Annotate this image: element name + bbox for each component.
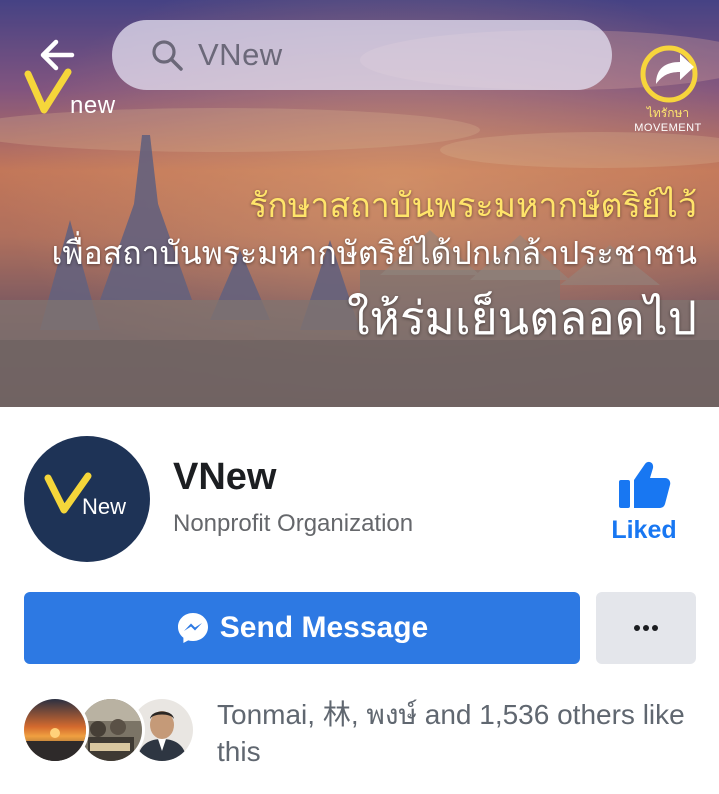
liked-button[interactable]: Liked xyxy=(598,460,690,556)
send-message-button[interactable]: Send Message xyxy=(24,592,580,664)
ellipsis-icon xyxy=(634,625,658,631)
movement-logo: ไทรักษา MOVEMENT xyxy=(612,106,719,136)
group-photo xyxy=(80,699,142,761)
search-query[interactable]: VNew xyxy=(198,37,283,73)
cover-logo-text: new xyxy=(70,92,116,119)
page-avatar[interactable]: New xyxy=(24,436,150,562)
back-button[interactable] xyxy=(38,38,76,72)
cover-logo: new xyxy=(22,68,142,120)
movement-thai: ไทรักษา xyxy=(646,106,690,120)
search-icon xyxy=(152,40,183,71)
page-category: Nonprofit Organization xyxy=(173,510,414,537)
search-bar[interactable]: VNew xyxy=(112,20,612,90)
avatar-logo-text: New xyxy=(82,494,127,519)
arrow-left-icon xyxy=(40,39,75,71)
sunset-photo xyxy=(24,699,86,761)
movement-english: MOVEMENT xyxy=(634,122,702,134)
page-title: VNew xyxy=(173,456,277,498)
share-button[interactable] xyxy=(636,34,702,104)
slogan-line-3: ให้ร่มเย็นตลอดไป xyxy=(347,292,697,344)
more-options-button[interactable] xyxy=(596,592,696,664)
share-icon xyxy=(640,45,698,103)
likes-summary[interactable]: Tonmai, 林, พงษ์ and 1,536 others like th… xyxy=(217,696,697,770)
send-message-label: Send Message xyxy=(219,611,429,644)
messenger-icon xyxy=(177,613,208,643)
friend-avatar[interactable] xyxy=(21,696,89,764)
v-logo-icon xyxy=(24,68,72,114)
slogan-line-2: เพื่อสถาบันพระมหากษัตริย์ได้ปกเกล้าประชา… xyxy=(51,235,697,271)
cover-photo[interactable]: VNew new ไทรักษา MOVEMENT รักษาสถาบันพระ… xyxy=(0,0,719,407)
liked-label: Liked xyxy=(611,516,677,544)
thumbs-up-icon xyxy=(619,461,671,508)
slogan-line-1: รักษาสถาบันพระมหากษัตริย์ไว้ xyxy=(249,187,697,225)
